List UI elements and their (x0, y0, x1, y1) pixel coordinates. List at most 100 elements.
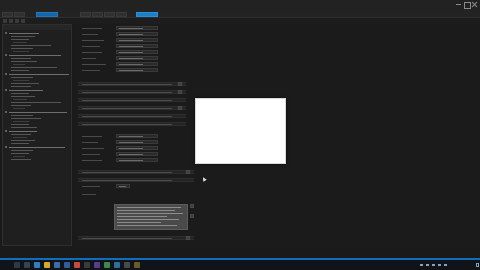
language-icon[interactable] (444, 264, 447, 266)
section-button[interactable] (178, 106, 182, 110)
tree-item[interactable] (13, 121, 29, 122)
tree-item[interactable] (11, 150, 33, 151)
explorer-icon[interactable] (44, 262, 50, 268)
tree-item[interactable] (11, 124, 29, 125)
network-icon[interactable] (426, 264, 429, 266)
section-header[interactable] (78, 114, 186, 118)
tree-item[interactable] (11, 102, 61, 103)
toolbar-button[interactable] (9, 19, 13, 23)
tree-item[interactable] (13, 137, 27, 138)
tree-item[interactable] (11, 70, 29, 71)
section-header[interactable] (78, 236, 194, 240)
tab-5[interactable] (92, 12, 103, 17)
tab-1[interactable] (2, 12, 13, 17)
maximize-icon[interactable] (464, 2, 471, 9)
tree-item[interactable] (11, 45, 51, 46)
app-icon[interactable] (134, 262, 140, 268)
toolbar-button[interactable] (3, 19, 7, 23)
tree-item[interactable] (11, 48, 33, 49)
app-icon[interactable] (104, 262, 110, 268)
tree-item[interactable] (11, 67, 57, 68)
tree-item[interactable] (11, 153, 29, 154)
section-header[interactable] (78, 106, 186, 110)
text-field[interactable] (116, 62, 158, 66)
section-header[interactable] (78, 90, 186, 94)
tab-4[interactable] (80, 12, 91, 17)
tree-item[interactable] (11, 86, 31, 87)
tree-item[interactable] (13, 108, 25, 109)
section-button[interactable] (186, 170, 190, 174)
app-icon[interactable] (94, 262, 100, 268)
tree-item[interactable] (11, 118, 41, 119)
toolbar-button[interactable] (21, 19, 25, 23)
tree-item[interactable] (9, 90, 43, 91)
tree-item[interactable] (11, 159, 31, 160)
tree-item[interactable] (13, 64, 25, 65)
expand-icon[interactable] (5, 73, 7, 75)
tree-item[interactable] (11, 36, 35, 37)
notification-icon[interactable] (476, 263, 479, 267)
text-field[interactable] (116, 68, 158, 72)
tree-item[interactable] (9, 131, 37, 132)
tree-item[interactable] (11, 127, 37, 128)
tab-6[interactable] (104, 12, 115, 17)
tree-item[interactable] (11, 77, 33, 78)
expand-icon[interactable] (5, 146, 7, 148)
expand-icon[interactable] (5, 89, 7, 91)
section-button[interactable] (178, 90, 182, 94)
section-header[interactable] (78, 82, 186, 86)
section-header[interactable] (78, 122, 186, 126)
code-pane[interactable] (114, 204, 188, 230)
text-field[interactable] (116, 50, 158, 54)
text-field[interactable] (116, 38, 158, 42)
tree-item[interactable] (11, 134, 31, 135)
tray-chevron-icon[interactable] (420, 264, 423, 266)
tree-item[interactable] (11, 58, 31, 59)
tree-item[interactable] (9, 74, 69, 75)
terminal-icon[interactable] (84, 262, 90, 268)
pane-button[interactable] (190, 214, 194, 218)
tree-item[interactable] (11, 115, 33, 116)
text-field[interactable] (116, 152, 158, 156)
app-icon[interactable] (124, 262, 130, 268)
expand-icon[interactable] (5, 111, 7, 113)
tree-item[interactable] (13, 80, 29, 81)
section-header[interactable] (78, 98, 186, 102)
expand-icon[interactable] (5, 32, 7, 34)
tab-8[interactable] (136, 12, 158, 17)
text-field[interactable] (116, 32, 158, 36)
expand-icon[interactable] (5, 130, 7, 132)
text-field[interactable] (116, 158, 158, 162)
tree-item[interactable] (11, 143, 29, 144)
tree-item[interactable] (13, 156, 25, 157)
tree-item[interactable] (11, 140, 35, 141)
text-field[interactable] (116, 26, 158, 30)
tree-item[interactable] (13, 99, 27, 100)
search-icon[interactable] (14, 262, 20, 268)
tab-3[interactable] (36, 12, 58, 17)
tree-item[interactable] (9, 33, 39, 34)
tree-item[interactable] (11, 39, 29, 40)
store-icon[interactable] (54, 262, 60, 268)
text-field[interactable] (116, 134, 158, 138)
tree-item[interactable] (11, 61, 37, 62)
mail-icon[interactable] (64, 262, 70, 268)
tree-item[interactable] (11, 105, 31, 106)
edge-icon[interactable] (34, 262, 40, 268)
tree-item[interactable] (9, 147, 65, 148)
tree-item[interactable] (13, 42, 27, 43)
section-header[interactable] (78, 178, 194, 182)
section-button[interactable] (186, 236, 190, 240)
dialog-window[interactable] (195, 98, 286, 164)
tab-7[interactable] (116, 12, 127, 17)
tree-item[interactable] (9, 112, 67, 113)
text-field[interactable] (116, 146, 158, 150)
section-button[interactable] (178, 82, 182, 86)
tab-2[interactable] (14, 12, 25, 17)
task-view-icon[interactable] (24, 262, 30, 268)
pane-button[interactable] (190, 204, 194, 208)
battery-icon[interactable] (438, 264, 441, 266)
tree-item[interactable] (11, 96, 35, 97)
tree-item[interactable] (11, 93, 29, 94)
volume-icon[interactable] (432, 264, 435, 266)
